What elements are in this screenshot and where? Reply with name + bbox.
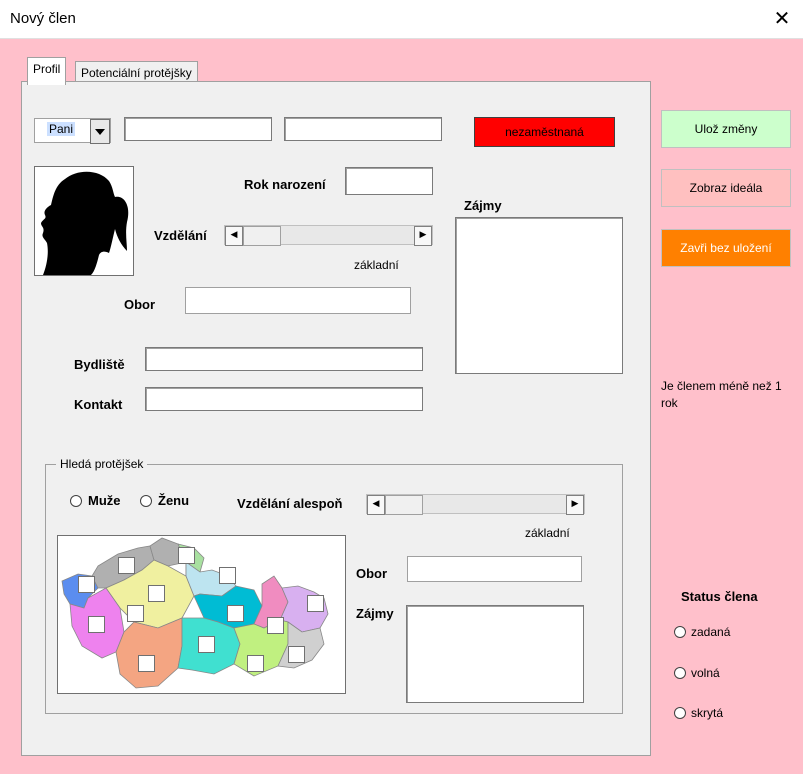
region-checkbox[interactable] (148, 585, 165, 602)
min-education-scrollbar[interactable]: ◀ ▶ (366, 494, 585, 515)
scroll-thumb[interactable] (385, 495, 423, 515)
region-map (57, 535, 346, 694)
education-value: základní (354, 258, 399, 272)
window-title: Nový člen (10, 10, 76, 27)
region-checkbox[interactable] (288, 646, 305, 663)
birth-year-label: Rok narození (244, 177, 326, 192)
region-checkbox[interactable] (78, 576, 95, 593)
interests-textarea[interactable] (455, 217, 623, 374)
radio-women-label: Ženu (158, 493, 190, 508)
scroll-right-icon[interactable]: ▶ (414, 226, 432, 246)
education-label: Vzdělání (154, 228, 207, 243)
min-education-value: základní (525, 526, 570, 540)
seeking-field-select[interactable] (407, 556, 582, 582)
last-name-input[interactable] (284, 117, 442, 141)
region-checkbox[interactable] (219, 567, 236, 584)
scroll-left-icon[interactable]: ◀ (367, 495, 385, 515)
status-radio-volna[interactable] (674, 667, 686, 679)
radio-women[interactable] (140, 495, 152, 507)
region-checkbox[interactable] (118, 557, 135, 574)
birth-year-input[interactable] (345, 167, 433, 195)
scroll-right-icon[interactable]: ▶ (566, 495, 584, 515)
seeking-field-label: Obor (356, 566, 388, 581)
czech-map-icon (61, 537, 329, 689)
status-label-zadana: zadaná (691, 625, 731, 639)
salutation-value: Pani (47, 122, 76, 136)
tab-profil[interactable]: Profil (27, 57, 67, 85)
min-education-label: Vzdělání alespoň (237, 496, 343, 511)
seeking-interests-label: Zájmy (356, 606, 394, 621)
title-bar: Nový člen ✕ (0, 0, 803, 39)
status-radio-zadana[interactable] (674, 626, 686, 638)
status-title: Status člena (681, 589, 758, 604)
status-badge: nezaměstnaná (474, 117, 615, 147)
contact-label: Kontakt (74, 397, 123, 412)
region-checkbox[interactable] (247, 655, 264, 672)
first-name-input[interactable] (124, 117, 272, 141)
region-checkbox[interactable] (138, 655, 155, 672)
chevron-down-icon[interactable] (90, 119, 110, 144)
woman-silhouette-icon (41, 171, 129, 275)
status-radio-skryta[interactable] (674, 707, 686, 719)
field-label: Obor (124, 297, 156, 312)
region-checkbox[interactable] (178, 547, 195, 564)
field-select[interactable] (185, 287, 411, 314)
interests-label: Zájmy (464, 198, 502, 213)
status-label-volna: volná (691, 666, 720, 680)
seeking-legend: Hledá protějšek (56, 457, 148, 471)
region-checkbox[interactable] (307, 595, 324, 612)
close-icon[interactable]: ✕ (770, 6, 794, 32)
contact-input[interactable] (145, 387, 423, 411)
radio-men[interactable] (70, 495, 82, 507)
residence-input[interactable] (145, 347, 423, 371)
seeking-interests-textarea[interactable] (406, 605, 584, 703)
region-checkbox[interactable] (227, 605, 244, 622)
region-checkbox[interactable] (198, 636, 215, 653)
salutation-select[interactable]: Pani (34, 118, 111, 144)
show-ideal-button[interactable]: Zobraz ideála (661, 169, 791, 207)
membership-note: Je členem méně než 1 rok (661, 379, 782, 410)
status-label-skryta: skrytá (691, 706, 724, 720)
radio-men-label: Muže (88, 493, 121, 508)
profile-photo[interactable] (34, 166, 134, 276)
education-scrollbar[interactable]: ◀ ▶ (224, 225, 433, 246)
scroll-thumb[interactable] (243, 226, 281, 246)
region-checkbox[interactable] (88, 616, 105, 633)
region-checkbox[interactable] (127, 605, 144, 622)
save-button[interactable]: Ulož změny (661, 110, 791, 148)
close-without-save-button[interactable]: Zavři bez uložení (661, 229, 791, 267)
region-checkbox[interactable] (267, 617, 284, 634)
scroll-left-icon[interactable]: ◀ (225, 226, 243, 246)
residence-label: Bydliště (74, 357, 125, 372)
